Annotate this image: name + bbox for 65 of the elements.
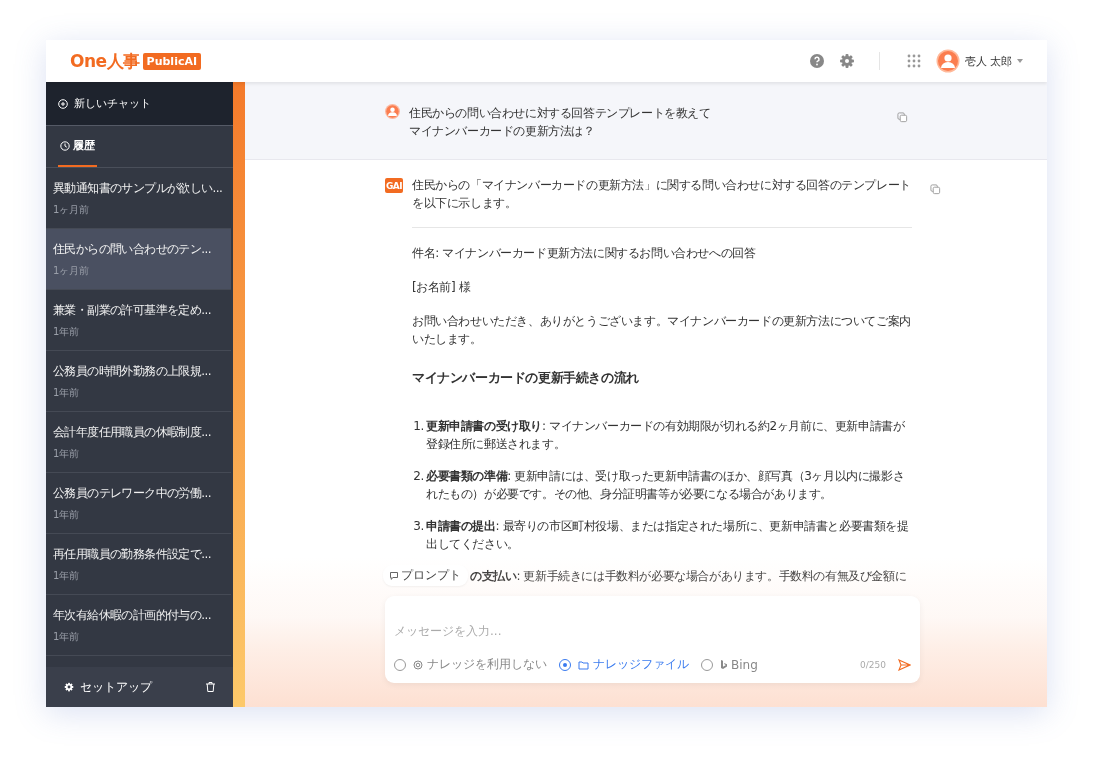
copy-icon[interactable] (930, 184, 941, 195)
step-text: の支払い: 更新手続きには手数料が必要な場合があります。手数料の有無及び金額に (470, 568, 907, 585)
user-avatar-icon (385, 104, 400, 119)
history-item[interactable]: 兼業・副業の許可基準を定め... 1年前 (46, 290, 231, 351)
reply-heading: マイナンバーカードの更新手続きの流れ (412, 369, 640, 387)
prompt-chip[interactable]: プロンプト (383, 565, 468, 586)
clock-icon (60, 140, 70, 151)
history-time: 1年前 (53, 325, 81, 339)
settings-icon (64, 682, 74, 692)
history-time: 1年前 (53, 508, 81, 522)
history-title: 兼業・副業の許可基準を定め... (53, 302, 212, 319)
help-icon[interactable] (808, 53, 825, 69)
caret-icon[interactable] (1017, 59, 1023, 63)
ai-badge: GAI (385, 178, 403, 193)
logo-badge: PublicAI (142, 52, 202, 70)
knowledge-option[interactable]: ナレッジを利用しない (394, 656, 547, 673)
step-number: 2. (412, 468, 424, 485)
apps-grid-icon[interactable] (905, 53, 922, 69)
history-time: 1年前 (53, 386, 81, 400)
history-title: 年次有給休暇の計画的付与の... (53, 607, 212, 624)
folder-icon (578, 659, 589, 670)
logo: One人事 (70, 49, 140, 73)
history-item[interactable]: 公務員の時間外勤務の上限規... 1年前 (46, 351, 231, 412)
history-time: 1年前 (53, 447, 81, 461)
char-counter: 0/250 (860, 659, 886, 670)
new-chat-button[interactable]: 新しいチャット (46, 82, 233, 126)
user-message: 住民からの問い合わせに対する回答テンプレートを教えて マイナンバーカードの更新方法は？ (409, 105, 712, 140)
user-name[interactable]: 壱人 太郎 (964, 53, 1012, 69)
history-title: 会計年度任用職員の休暇制度... (53, 424, 212, 441)
reply-paragraph: [お名前] 様 (412, 279, 472, 296)
history-title: 住民からの問い合わせのテン... (53, 241, 212, 258)
history-item[interactable]: 住民からの問い合わせのテン... 1ヶ月前 (46, 229, 231, 290)
history-title: 再任用職員の勤務条件設定で... (53, 546, 212, 563)
history-item[interactable]: 会計年度任用職員の休暇制度... 1年前 (46, 412, 231, 473)
step-number: 1. (412, 418, 424, 435)
reply-paragraph: お問い合わせいただき、ありがとうございます。マイナンバーカードの更新方法についてご案内いたします。 (412, 313, 912, 348)
history-time: 1ヶ月前 (53, 264, 91, 278)
ai-intro: 住民からの「マイナンバーカードの更新方法」に関する問い合わせに対する回答のテンプレートを以下に示します。 (412, 177, 912, 212)
history-time: 1年前 (53, 630, 81, 644)
history-title: 異動通知書のサンプルが欲しい... (53, 180, 224, 197)
step-text: 必要書類の準備: 更新申請には、受け取った更新申請書のほか、顔写真（3ヶ月以内に撮影されたもの）が必要です。その他、身分証明書等が必要になる場合があります。 (426, 468, 906, 503)
history-time: 1ヶ月前 (53, 203, 91, 217)
new-chat-label: 新しいチャット (74, 96, 151, 111)
history-tab[interactable]: 履歴 (58, 126, 97, 167)
plus-circle-icon (58, 98, 68, 109)
reply-paragraph: 件名: マイナンバーカード更新方法に関するお問い合わせへの回答 (412, 245, 757, 262)
message-icon (390, 571, 398, 580)
step-text: 更新申請書の受け取り: マイナンバーカードの有効期限が切れる約2ヶ月前に、更新申請書が登録住所に郵送されます。 (426, 418, 906, 453)
history-title: 公務員の時間外勤務の上限規... (53, 363, 212, 380)
send-button[interactable] (898, 658, 911, 671)
step-number: 3. (412, 518, 424, 535)
knowledge-option[interactable]: Bing (701, 657, 758, 672)
history-title: 公務員のテレワーク中の労働... (53, 485, 212, 502)
step-text: 申請書の提出: 最寄りの市区町村役場、または指定された場所に、更新申請書と必要書類を提出してください。 (426, 518, 910, 553)
trash-icon[interactable] (206, 682, 215, 692)
b-logo-icon (720, 659, 727, 670)
history-item[interactable]: 年次有給休暇の計画的付与の... 1年前 (46, 595, 231, 656)
knowledge-option[interactable]: ナレッジファイル (559, 656, 689, 673)
message-input-box[interactable]: メッセージを入力... ナレッジを利用しない ナレッジファイル Bing 0/250 (385, 596, 920, 683)
copy-icon[interactable] (897, 112, 908, 123)
history-time: 1年前 (53, 569, 81, 583)
settings-icon[interactable] (838, 53, 855, 69)
history-item[interactable]: 公務員のテレワーク中の労働... 1年前 (46, 473, 231, 534)
history-item[interactable]: 再任用職員の勤務条件設定で... 1年前 (46, 534, 231, 595)
avatar-icon[interactable] (935, 49, 960, 73)
